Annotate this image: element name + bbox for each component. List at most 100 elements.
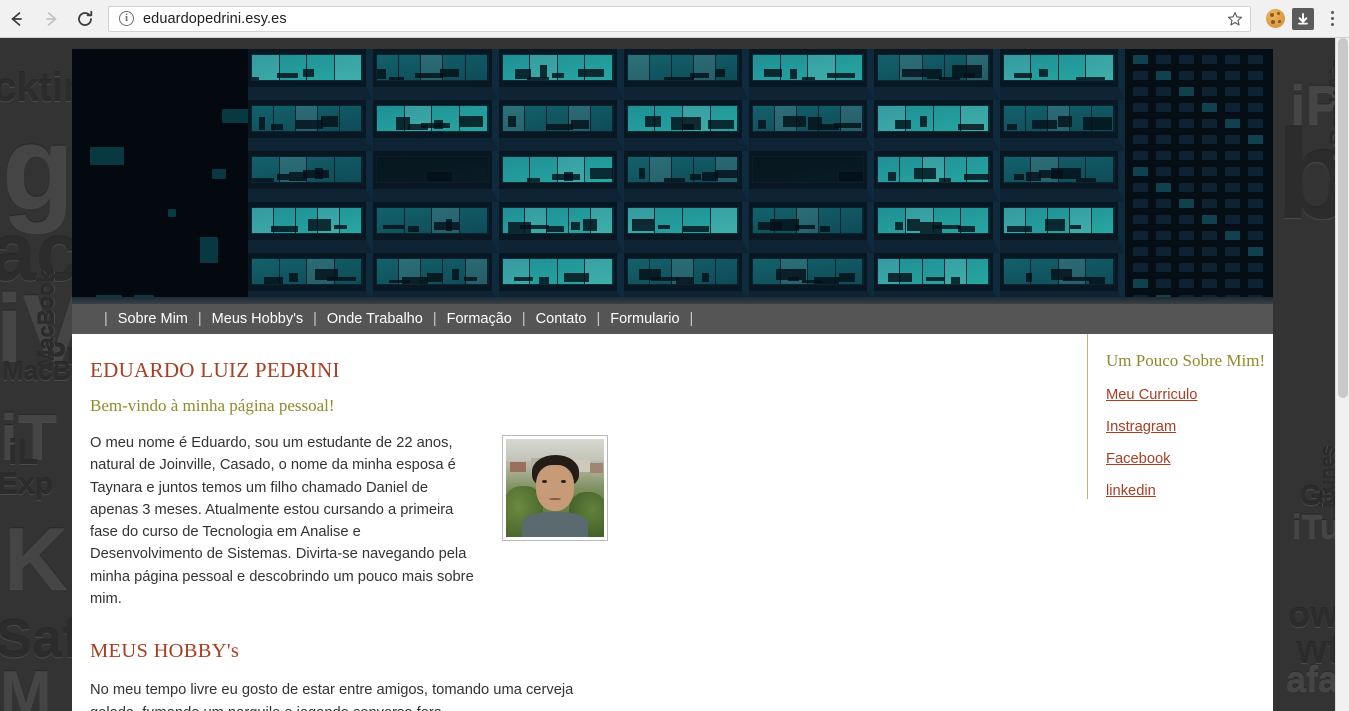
window-interior-object — [277, 72, 299, 79]
tower-window — [1248, 183, 1263, 192]
tower-window — [1248, 199, 1263, 208]
wallpaper-word: M — [0, 659, 52, 711]
window-interior-object — [421, 122, 451, 128]
reload-button[interactable] — [68, 2, 102, 36]
window-interior-object — [701, 273, 710, 282]
window-interior-object — [302, 68, 314, 77]
window-interior-object — [408, 225, 420, 232]
building-window — [501, 105, 614, 132]
tower-window — [1156, 247, 1171, 256]
building-window — [1002, 207, 1115, 234]
tower-window — [1156, 279, 1171, 288]
tower-window — [1179, 263, 1194, 272]
window-interior-object — [714, 170, 739, 178]
page-scrollbar[interactable] — [1335, 38, 1349, 711]
nav-item-contato[interactable]: Contato — [536, 311, 587, 327]
building-window-bay — [749, 49, 875, 100]
avatar — [502, 435, 608, 541]
site-info-icon[interactable]: i — [119, 11, 134, 26]
building-window — [1002, 105, 1115, 132]
browser-menu-button[interactable] — [1319, 4, 1345, 34]
nav-separator: | — [689, 311, 694, 327]
url-text[interactable]: eduardopedrini.esy.es — [143, 11, 1224, 27]
nav-separator: | — [596, 311, 601, 327]
window-interior-object — [795, 225, 815, 229]
scrollbar-thumb[interactable] — [1338, 38, 1348, 398]
tower-window — [1133, 103, 1148, 112]
tower-window — [1133, 263, 1148, 272]
tower-window — [1225, 87, 1240, 96]
building-window-bay — [498, 202, 624, 253]
window-interior-object — [952, 65, 983, 78]
window-interior-object — [833, 122, 862, 128]
tower-window — [1133, 55, 1148, 64]
back-button[interactable] — [0, 2, 34, 36]
tower-window — [1179, 279, 1194, 288]
tower-window — [1179, 231, 1194, 240]
intro-paragraph: O meu nome é Eduardo, sou um estudante d… — [90, 435, 474, 608]
window-interior-object — [396, 116, 411, 130]
tower-window — [1156, 135, 1171, 144]
window-interior-object — [426, 171, 453, 181]
tower-window — [1156, 183, 1171, 192]
building-window — [752, 258, 865, 285]
building-window-bay — [623, 202, 750, 253]
window-interior-object — [433, 221, 459, 230]
download-button[interactable] — [1292, 7, 1314, 30]
building-window-bay — [248, 202, 374, 253]
nav-item-meus-hobby-s[interactable]: Meus Hobby's — [212, 311, 303, 327]
forward-button[interactable] — [34, 2, 68, 36]
tower-window — [1248, 263, 1263, 272]
tower-window — [1156, 167, 1171, 176]
tower-window — [1225, 119, 1240, 128]
window-interior-object — [464, 276, 477, 281]
tower-window — [1133, 87, 1148, 96]
tower-window — [1248, 151, 1263, 160]
window-interior-object — [377, 69, 387, 80]
bookmark-star-button[interactable] — [1224, 8, 1246, 30]
window-interior-object — [782, 116, 807, 127]
window-interior-object — [808, 116, 822, 130]
sidebar-link-facebook[interactable]: Facebook — [1106, 451, 1257, 467]
window-interior-object — [277, 174, 290, 180]
reload-icon — [78, 10, 93, 26]
window-interior-object — [682, 225, 710, 232]
window-interior-object — [552, 72, 565, 79]
window-interior-object — [957, 124, 985, 131]
window-interior-object — [1038, 68, 1048, 77]
tower-window — [1248, 55, 1263, 64]
building-window — [626, 156, 740, 183]
window-interior-object — [513, 276, 534, 281]
building-window — [501, 54, 614, 81]
nav-separator: | — [432, 311, 437, 327]
sidebar-link-instragram[interactable]: Instragram — [1106, 419, 1257, 435]
nav-item-formulario[interactable]: Formulario — [610, 311, 679, 327]
window-interior-object — [894, 221, 903, 230]
tower-window — [1202, 231, 1217, 240]
window-interior-object — [888, 273, 912, 282]
tower-window — [1225, 215, 1240, 224]
cookie-icon[interactable] — [1266, 9, 1285, 28]
nav-item-forma-o[interactable]: Formação — [447, 311, 512, 327]
window-interior-object — [264, 277, 283, 284]
tower-window — [1133, 247, 1148, 256]
banner-bottom-edge — [72, 297, 1273, 304]
nav-item-onde-trabalho[interactable]: Onde Trabalho — [327, 311, 423, 327]
window-interior-object — [1069, 225, 1081, 229]
sidebar-link-meu-curriculo[interactable]: Meu Curriculo — [1106, 387, 1257, 403]
nav-item-sobre-mim[interactable]: Sobre Mim — [118, 311, 188, 327]
window-interior-object — [888, 171, 897, 181]
window-interior-object — [964, 174, 989, 180]
tower-window — [1179, 215, 1194, 224]
window-interior-object — [839, 273, 855, 282]
nav-separator: | — [104, 311, 108, 327]
sidebar-link-linkedin[interactable]: linkedin — [1106, 483, 1257, 499]
address-bar[interactable]: i eduardopedrini.esy.es — [108, 5, 1251, 32]
window-interior-object — [632, 219, 655, 231]
tower-window — [1202, 279, 1217, 288]
window-interior-object — [1025, 273, 1033, 282]
tower-window — [1179, 87, 1194, 96]
tower-window — [1156, 151, 1171, 160]
tower-window — [1248, 215, 1263, 224]
tower-window — [1156, 215, 1171, 224]
